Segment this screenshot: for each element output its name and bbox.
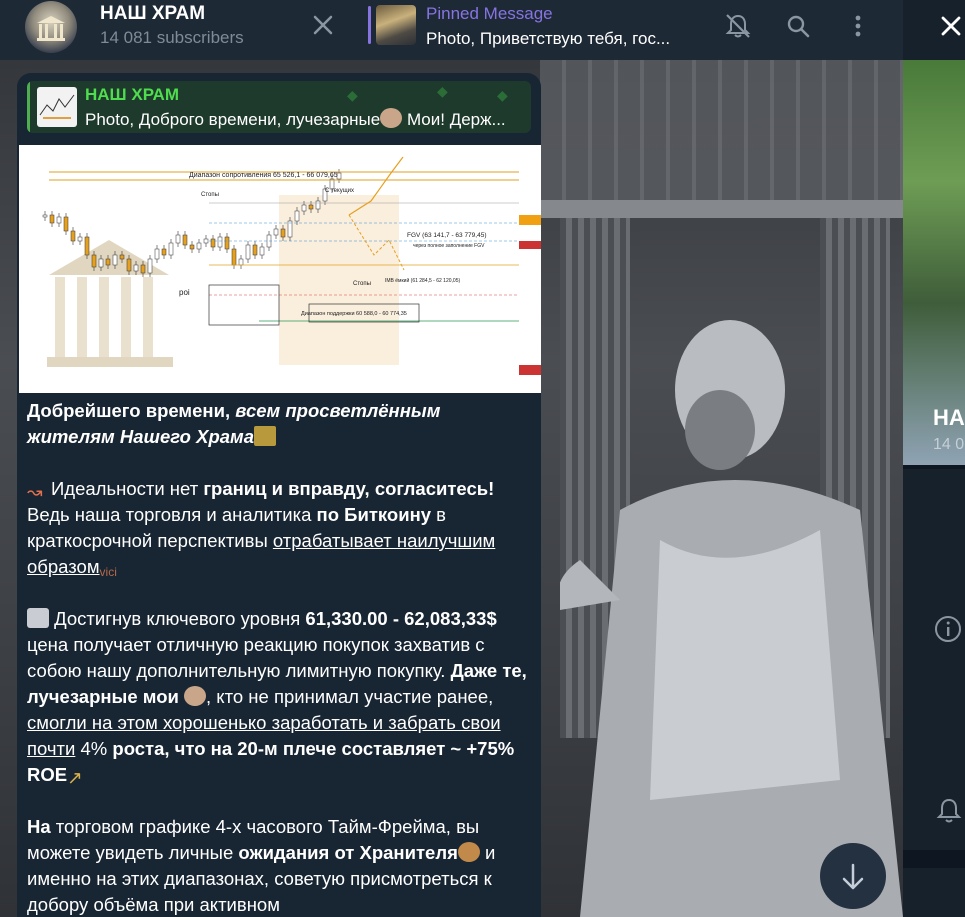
reply-preview[interactable]: НАШ ХРАМ Photo, Доброго времени, лучезар…	[27, 81, 531, 133]
vici-emoji-icon: vici	[99, 565, 117, 579]
reply-text: Photo, Доброго времени, лучезарные Мои! …	[85, 108, 506, 129]
chart-annotation-support: Диапазон поддержки 60 588,0 - 60 774,35	[301, 311, 407, 317]
face-emoji-icon	[184, 686, 207, 706]
chart-annotation-fgv-fill: через полное заполнение FGV	[413, 243, 485, 249]
candle-body	[133, 264, 139, 272]
candle-body	[147, 258, 153, 274]
candle-body	[126, 258, 132, 272]
chart-annotation-resistance: Диапазон сопротивления 65 526,1 - 66 079…	[189, 172, 338, 179]
reply-thumbnail	[37, 87, 77, 127]
wallpaper-frieze	[540, 60, 903, 200]
candle-body	[231, 248, 237, 266]
candle-body	[182, 234, 188, 246]
pinned-thumbnail[interactable]	[376, 5, 416, 45]
candle-body	[161, 248, 167, 256]
trading-chart-photo[interactable]: Диапазон сопротивления 65 526,1 - 66 079…	[19, 145, 541, 393]
candle-body	[252, 244, 258, 256]
candle-body	[238, 258, 244, 266]
candle-body	[210, 238, 216, 248]
candle-body	[175, 234, 181, 244]
growth-arrow-emoji-icon: ↗	[67, 767, 83, 788]
search-icon[interactable]	[784, 12, 812, 40]
info-icon[interactable]	[933, 614, 963, 644]
channel-avatar[interactable]	[25, 1, 77, 53]
diamond-icon: ◆	[497, 87, 508, 103]
divider	[903, 850, 965, 868]
candle-body	[217, 236, 223, 248]
pinned-indicator	[368, 6, 371, 44]
candle-body	[224, 236, 230, 250]
candle-body	[168, 242, 174, 256]
channel-info-panel: НА 14 0	[903, 0, 965, 917]
notification-bell-icon[interactable]	[935, 796, 963, 826]
divider	[903, 465, 965, 469]
candle-body	[273, 228, 279, 236]
candle-body	[49, 214, 55, 224]
subscriber-count: 14 081 subscribers	[100, 28, 244, 47]
message-bubble: НАШ ХРАМ Photo, Доброго времени, лучезар…	[17, 73, 541, 917]
pinned-text[interactable]: Photo, Приветствую тебя, гос...	[426, 29, 670, 49]
wallpaper-cornice	[540, 200, 903, 218]
candle-body	[70, 230, 76, 242]
candle-body	[280, 228, 286, 238]
candle-body	[56, 216, 62, 224]
scroll-emoji-icon	[27, 608, 49, 628]
candle-body	[63, 216, 69, 232]
candle-body	[259, 246, 265, 256]
candle-body	[315, 200, 321, 210]
pinned-label[interactable]: Pinned Message	[426, 4, 553, 24]
chart-annotation-fgv: FGV (63 141,7 - 63 779,45)	[407, 232, 487, 239]
reply-accent-bar	[27, 81, 30, 133]
candle-body	[287, 220, 293, 238]
arrow-down-icon	[842, 863, 864, 890]
close-icon[interactable]	[310, 12, 336, 38]
candle-body	[203, 238, 209, 244]
candle-body	[91, 254, 97, 268]
candle-body	[308, 204, 314, 210]
mute-bell-icon[interactable]	[724, 12, 752, 40]
candle-body	[154, 248, 160, 260]
candle-body	[196, 242, 202, 250]
chart-annotation-poi: poi	[179, 288, 190, 297]
statue-illustration	[560, 320, 903, 917]
diamond-icon: ◆	[347, 87, 358, 103]
candle-body	[42, 214, 48, 218]
vitruvian-emoji-icon	[457, 842, 480, 862]
candle-body	[84, 236, 90, 256]
candle-body	[245, 244, 251, 260]
chart-annotation-stops-2: Стопы	[353, 281, 371, 287]
candle-body	[294, 210, 300, 222]
channel-subscribers: 14 0	[933, 436, 965, 453]
chat-header: НАШ ХРАМ 14 081 subscribers Pinned Messa…	[0, 0, 903, 60]
message-text: Добрейшего времени, всем просветлённым ж…	[27, 400, 527, 915]
scroll-down-button[interactable]	[820, 843, 886, 909]
candle-body	[98, 258, 104, 268]
chart-annotation-imb: IMB ёмкий (61 284,5 - 62 120,05)	[385, 277, 460, 284]
face-emoji-icon	[380, 108, 403, 128]
more-vertical-icon[interactable]	[844, 12, 872, 40]
candle-body	[112, 254, 118, 266]
candle-body	[301, 204, 307, 212]
candle-body	[119, 254, 125, 260]
reply-author: НАШ ХРАМ	[85, 85, 179, 104]
channel-title[interactable]: НАШ ХРАМ	[100, 3, 205, 25]
candle-body	[77, 236, 83, 242]
chart-annotation-stops: Стопы	[201, 192, 219, 198]
temple-emoji-icon	[254, 426, 277, 446]
chart-annotation-current: С текущих	[325, 188, 354, 194]
diamond-icon: ◆	[437, 83, 448, 99]
candle-body	[105, 258, 111, 266]
close-icon[interactable]	[939, 14, 963, 38]
candle-body	[140, 264, 146, 274]
candle-body	[189, 244, 195, 250]
channel-name: НА	[933, 405, 965, 430]
arrow-emoji-icon: ↝	[27, 481, 43, 502]
